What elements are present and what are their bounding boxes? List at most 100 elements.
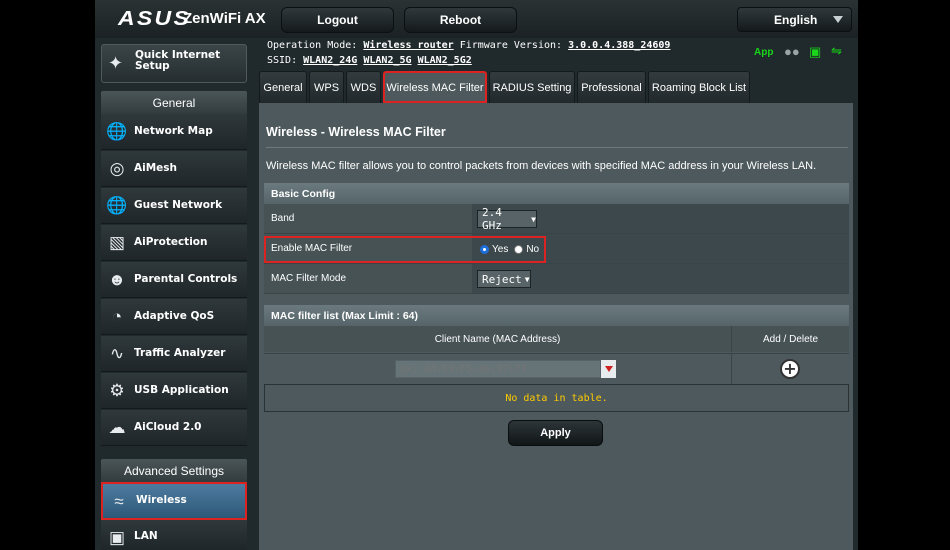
cloud-icon: ☁	[108, 418, 126, 437]
no-data-message: No data in table.	[264, 384, 849, 412]
band-value-cell: 2.4 GHz ▼	[472, 204, 849, 233]
tab-wps[interactable]: WPS	[309, 71, 344, 103]
chevron-down-icon	[833, 16, 843, 23]
gauge-icon: ◔	[111, 307, 123, 326]
mac-filter-radio-group: Yes No	[480, 244, 539, 255]
aimesh-icon: ◎	[109, 159, 125, 178]
ssid-link-1[interactable]: WLAN2_24G	[303, 55, 357, 66]
sidebar-item-label: Network Map	[134, 125, 213, 137]
no-radio[interactable]	[514, 245, 524, 254]
basic-config-header: Basic Config	[264, 183, 849, 204]
tab-general[interactable]: General	[259, 71, 307, 103]
column-divider	[731, 354, 732, 384]
operation-info: Operation Mode: Wireless router Firmware…	[267, 40, 670, 51]
chevron-down-icon: ▼	[531, 214, 536, 224]
add-delete-column: Add / Delete	[762, 334, 819, 345]
sidebar-item-aimesh[interactable]: ◎ AiMesh	[101, 151, 247, 187]
quick-internet-setup-button[interactable]: ✦ Quick Internet Setup	[101, 44, 247, 83]
band-label: Band	[271, 213, 295, 224]
sidebar-item-adaptive-qos[interactable]: ◔ Adaptive QoS	[101, 299, 247, 335]
band-row: Band 2.4 GHz ▼	[264, 204, 849, 234]
mac-dropdown-button[interactable]	[601, 360, 616, 378]
family-icon: ☻	[108, 270, 126, 289]
magic-wand-icon: ✦	[108, 53, 124, 73]
sidebar-item-label: USB Application	[134, 384, 229, 396]
mac-filter-mode-value-cell: Reject ▼	[472, 264, 849, 293]
sidebar-item-label: Adaptive QoS	[134, 310, 215, 322]
sidebar-item-wireless[interactable]: ≈ Wireless	[101, 482, 247, 520]
guest-network-icon: 🌐	[106, 196, 128, 215]
ssid-link-3[interactable]: WLAN2_5G2	[418, 55, 472, 66]
sidebar-item-guest-network[interactable]: 🌐 Guest Network	[101, 188, 247, 224]
sidebar-item-traffic-analyzer[interactable]: ∿ Traffic Analyzer	[101, 336, 247, 372]
tab-wds[interactable]: WDS	[346, 71, 381, 103]
apply-button[interactable]: Apply	[508, 420, 603, 446]
ssid-info: SSID: WLAN2_24G WLAN2_5G WLAN2_5G2	[267, 55, 472, 66]
firmware-label: Firmware Version:	[459, 40, 563, 51]
pulse-icon: ∿	[109, 344, 125, 363]
usb-status-icon[interactable]: ⇋	[831, 43, 842, 59]
client-name-column: Client Name (MAC Address)	[434, 334, 561, 345]
firmware-link[interactable]: 3.0.0.4.388_24609	[568, 40, 670, 51]
sidebar-item-label: Parental Controls	[134, 273, 238, 285]
advanced-settings-title: Advanced Settings	[101, 459, 247, 482]
usb-icon: ⚙	[109, 381, 125, 400]
sidebar-item-label: AiCloud 2.0	[134, 421, 202, 433]
page-title: Wireless - Wireless MAC Filter	[266, 125, 446, 139]
yes-radio[interactable]	[480, 245, 489, 254]
wifi-icon: ≈	[114, 492, 124, 511]
monitor-icon: ▣	[108, 528, 126, 547]
language-label: English	[774, 12, 818, 27]
reboot-button[interactable]: Reboot	[404, 7, 517, 33]
mac-filter-mode-row: MAC Filter Mode Reject ▼	[264, 264, 849, 294]
sidebar-item-parental-controls[interactable]: ☻ Parental Controls	[101, 262, 247, 298]
model-name: ZenWiFi AX	[183, 10, 266, 27]
qis-label: Quick Internet Setup	[135, 49, 221, 72]
lock-icon: ▧	[108, 233, 126, 252]
sidebar-item-network-map[interactable]: 🌐 Network Map	[101, 114, 247, 150]
page-description: Wireless MAC filter allows you to contro…	[266, 160, 817, 172]
add-plus-icon[interactable]: +	[780, 359, 800, 379]
sidebar-item-label: Guest Network	[134, 199, 223, 211]
chevron-down-icon	[604, 366, 613, 372]
sidebar-item-label: AiProtection	[134, 236, 208, 248]
sidebar-item-label: Traffic Analyzer	[134, 347, 226, 359]
mac-input-row: +	[264, 353, 849, 384]
globe-icon: 🌐	[106, 122, 128, 141]
asus-logo: ASUS	[118, 8, 192, 30]
sidebar-item-usb-application[interactable]: ⚙ USB Application	[101, 373, 247, 409]
general-section-title: General	[101, 91, 247, 114]
mac-filter-list-header: MAC filter list (Max Limit : 64)	[264, 305, 849, 326]
sidebar-item-lan[interactable]: ▣ LAN	[101, 520, 247, 550]
router-admin-page: ASUS ZenWiFi AX Logout Reboot English Op…	[0, 0, 950, 550]
tab-roaming-block-list[interactable]: Roaming Block List	[648, 71, 750, 103]
title-divider	[266, 147, 848, 148]
mode-select-value: Reject	[482, 272, 522, 286]
sidebar-item-aiprotection[interactable]: ▧ AiProtection	[101, 225, 247, 261]
tab-wireless-mac-filter[interactable]: Wireless MAC Filter	[383, 71, 487, 103]
op-mode-label: Operation Mode:	[267, 40, 358, 51]
mac-filter-mode-select[interactable]: Reject ▼	[477, 270, 531, 288]
sidebar-item-label: LAN	[134, 530, 158, 542]
app-link[interactable]: App	[754, 47, 773, 58]
ssid-link-2[interactable]: WLAN2_5G	[363, 55, 411, 66]
chevron-down-icon: ▼	[524, 274, 530, 284]
mac-filter-mode-label: MAC Filter Mode	[271, 273, 347, 284]
language-select[interactable]: English	[737, 7, 852, 32]
sidebar-item-label: Wireless	[136, 494, 187, 506]
clients-icon[interactable]: ●●	[784, 44, 800, 59]
tab-radius-setting[interactable]: RADIUS Setting	[489, 71, 575, 103]
band-select-value: 2.4 GHz	[482, 206, 502, 232]
yes-label: Yes	[492, 244, 509, 255]
sidebar-item-aicloud[interactable]: ☁ AiCloud 2.0	[101, 410, 247, 446]
ssid-label: SSID:	[267, 55, 298, 66]
sidebar-item-label: AiMesh	[134, 162, 178, 174]
op-mode-link[interactable]: Wireless router	[363, 40, 453, 51]
mac-list-column-header: Client Name (MAC Address) Add / Delete	[264, 326, 849, 352]
no-label: No	[526, 244, 540, 255]
tab-professional[interactable]: Professional	[577, 71, 646, 103]
band-select[interactable]: 2.4 GHz ▼	[477, 206, 537, 232]
mac-address-input[interactable]	[395, 360, 601, 378]
network-status-icon[interactable]: ▣	[809, 44, 821, 60]
logout-button[interactable]: Logout	[281, 7, 394, 33]
